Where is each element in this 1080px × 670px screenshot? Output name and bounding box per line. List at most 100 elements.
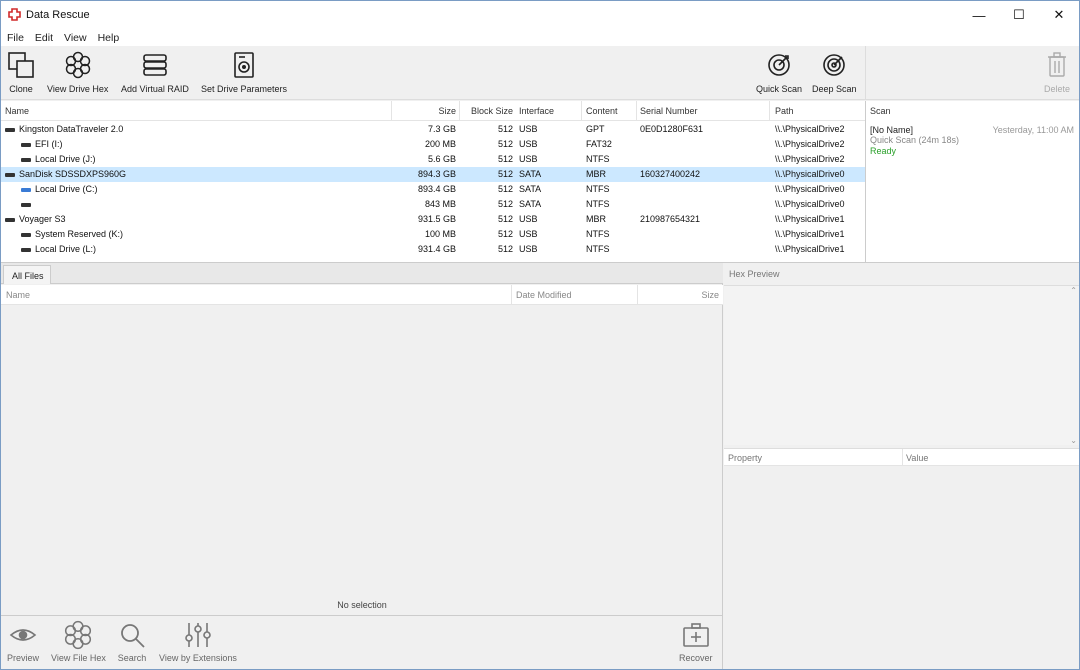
title-bar: Data Rescue — ☐ ✕ [1,1,1079,29]
drive-parameters-icon [230,48,258,82]
menu-file[interactable]: File [7,32,24,44]
deep-scan-button[interactable]: Deep Scan [812,48,857,94]
drive-interface: USB [519,154,538,164]
drive-icon [5,172,15,177]
drive-block-size: 512 [497,124,513,134]
hex-flower-icon [65,620,92,650]
drive-path: \\.\PhysicalDrive2 [775,139,845,149]
drive-size: 843 MB [424,199,456,209]
scroll-up-icon[interactable]: ⌃ [1070,286,1077,295]
minimize-button[interactable]: — [959,1,999,29]
drive-interface: SATA [519,169,542,179]
eye-icon [9,629,37,641]
col-interface[interactable]: Interface [519,106,554,116]
drive-icon [5,217,15,222]
drive-row[interactable]: Voyager S3 931.5 GB 512 USB MBR 21098765… [1,212,865,227]
quick-scan-button[interactable]: Quick Scan [756,48,802,94]
drive-row[interactable]: EFI (I:) 200 MB 512 USB FAT32 \\.\Physic… [1,137,865,152]
partition-icon [21,202,31,207]
search-button[interactable]: Search [117,620,147,663]
drive-row-selected[interactable]: SanDisk SDSSDXPS960G 894.3 GB 512 SATA M… [1,167,865,182]
col-content[interactable]: Content [586,106,618,116]
drive-serial: 210987654321 [640,214,701,224]
app-logo-icon [8,8,22,22]
menu-edit[interactable]: Edit [35,32,53,44]
drive-row[interactable]: 843 MB 512 SATA NTFS \\.\PhysicalDrive0 [1,197,865,212]
drive-block-size: 512 [497,139,513,149]
drive-block-size: 512 [497,154,513,164]
windows-drive-icon [21,187,31,192]
partition-icon [21,247,31,252]
view-by-extensions-label: View by Extensions [159,653,237,663]
tab-all-files[interactable]: All Files [3,265,51,284]
drive-name: System Reserved (K:) [35,229,124,239]
drive-serial: 160327400242 [640,169,701,179]
hex-preview-area[interactable]: ⌃ ⌄ [724,285,1079,445]
maximize-button[interactable]: ☐ [999,1,1039,29]
drive-content: NTFS [586,199,610,209]
view-by-extensions-button[interactable]: View by Extensions [159,620,237,663]
col-file-name[interactable]: Name [6,290,30,300]
menu-help[interactable]: Help [98,32,120,44]
sliders-icon [185,623,211,647]
drive-interface: USB [519,229,538,239]
drive-interface: USB [519,244,538,254]
drive-size: 200 MB [424,139,456,149]
clone-button[interactable]: Clone [7,48,35,94]
drive-row[interactable]: Local Drive (L:) 931.4 GB 512 USB NTFS \… [1,242,865,257]
quick-scan-icon [765,48,793,82]
col-date-modified[interactable]: Date Modified [516,290,572,300]
drive-content: MBR [586,169,606,179]
scan-entry-time: Yesterday, 11:00 AM [992,125,1074,135]
scroll-down-icon[interactable]: ⌄ [1070,436,1077,445]
set-drive-parameters-button[interactable]: Set Drive Parameters [201,48,287,94]
drive-row[interactable]: Local Drive (J:) 5.6 GB 512 USB NTFS \\.… [1,152,865,167]
col-serial-number[interactable]: Serial Number [640,106,698,116]
col-name[interactable]: Name [5,106,29,116]
add-virtual-raid-button[interactable]: Add Virtual RAID [121,48,189,94]
view-drive-hex-button[interactable]: View Drive Hex [47,48,108,94]
drive-content: NTFS [586,154,610,164]
drive-row[interactable]: Local Drive (C:) 893.4 GB 512 SATA NTFS … [1,182,865,197]
col-block-size[interactable]: Block Size [463,106,513,116]
drive-path: \\.\PhysicalDrive0 [775,199,845,209]
hex-preview-header: Hex Preview [729,269,780,279]
col-path[interactable]: Path [775,106,794,116]
drive-path: \\.\PhysicalDrive2 [775,154,845,164]
col-property[interactable]: Property [728,453,762,463]
preview-button[interactable]: Preview [7,620,39,663]
drive-block-size: 512 [497,244,513,254]
hex-flower-icon [64,48,92,82]
drive-interface: USB [519,214,538,224]
drive-block-size: 512 [497,229,513,239]
drive-interface: USB [519,139,538,149]
delete-button[interactable]: Delete [1044,48,1070,94]
drive-content: NTFS [586,184,610,194]
clone-icon [7,48,35,82]
scan-entry[interactable]: [No Name] Yesterday, 11:00 AM Quick Scan… [866,121,1078,163]
col-value[interactable]: Value [906,453,928,463]
col-size[interactable]: Size [396,106,456,116]
app-window: Data Rescue — ☐ ✕ File Edit View Help Cl… [0,0,1080,670]
search-icon [121,624,145,648]
menu-bar: File Edit View Help [1,29,1079,46]
drive-row[interactable]: Kingston DataTraveler 2.0 7.3 GB 512 USB… [1,122,865,137]
file-toolbar: Preview View File Hex Search View by Ext… [1,615,723,669]
col-file-size[interactable]: Size [641,290,719,300]
drive-name: Voyager S3 [19,214,66,224]
scan-header: Scan [870,106,891,116]
scan-entry-detail: Quick Scan (24m 18s) [870,135,960,145]
drive-block-size: 512 [497,199,513,209]
close-button[interactable]: ✕ [1039,1,1079,29]
recover-button[interactable]: Recover [679,620,713,663]
menu-view[interactable]: View [64,32,87,44]
properties-header: Property Value [724,448,1079,467]
drive-path: \\.\PhysicalDrive0 [775,184,845,194]
drive-content: MBR [586,214,606,224]
recover-kit-icon [682,623,709,647]
files-tab-bar: All Files [1,263,723,284]
drive-row[interactable]: System Reserved (K:) 100 MB 512 USB NTFS… [1,227,865,242]
delete-label: Delete [1044,84,1071,94]
partition-icon [21,232,31,237]
view-file-hex-button[interactable]: View File Hex [51,620,106,663]
